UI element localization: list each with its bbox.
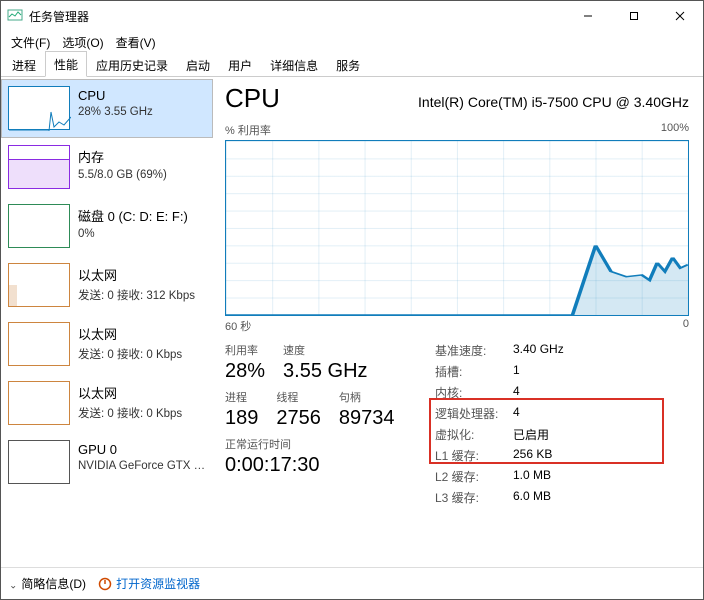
- speed-value: 3.55 GHz: [283, 360, 367, 383]
- sidebar-item-sub: 28% 3.55 GHz: [78, 106, 206, 118]
- ethernet-thumb-icon: [8, 322, 70, 366]
- sidebar-item-sub: 发送: 0 接收: 0 Kbps: [78, 405, 206, 421]
- sidebar-item-label: 磁盘 0 (C: D: E: F:): [78, 206, 206, 225]
- sidebar-item-label: 以太网: [78, 265, 206, 284]
- sidebar-item-label: CPU: [78, 88, 206, 103]
- open-resource-monitor-link[interactable]: 打开资源监视器: [98, 575, 200, 592]
- base-speed-val: 3.40 GHz: [513, 342, 689, 359]
- tab-users[interactable]: 用户: [219, 52, 261, 77]
- close-button[interactable]: [657, 1, 703, 31]
- tab-processes[interactable]: 进程: [3, 52, 45, 77]
- disk-thumb-icon: [8, 204, 70, 248]
- sockets-val: 1: [513, 363, 689, 380]
- chevron-up-icon: ⌃: [9, 578, 17, 589]
- content-pane: CPU Intel(R) Core(TM) i5-7500 CPU @ 3.40…: [213, 77, 703, 567]
- util-label: 利用率: [225, 342, 265, 358]
- sidebar-item-ethernet-0[interactable]: 以太网 发送: 0 接收: 312 Kbps: [1, 256, 213, 315]
- cores-key: 内核:: [435, 384, 513, 401]
- sockets-key: 插槽:: [435, 363, 513, 380]
- resmon-label: 打开资源监视器: [116, 575, 200, 592]
- base-speed-key: 基准速度:: [435, 342, 513, 359]
- sidebar-item-sub: 发送: 0 接收: 312 Kbps: [78, 287, 206, 303]
- sidebar-item-sub: 发送: 0 接收: 0 Kbps: [78, 346, 206, 362]
- l3-val: 6.0 MB: [513, 489, 689, 506]
- fewer-details-label: 简略信息(D): [21, 575, 86, 592]
- lprocs-key: 逻辑处理器:: [435, 405, 513, 422]
- cores-val: 4: [513, 384, 689, 401]
- chart-ymax: 100%: [661, 122, 689, 138]
- titlebar: 任务管理器: [1, 1, 703, 31]
- sidebar-item-cpu[interactable]: CPU 28% 3.55 GHz: [1, 79, 213, 138]
- tab-performance[interactable]: 性能: [45, 51, 87, 77]
- speed-label: 速度: [283, 342, 367, 358]
- sidebar[interactable]: CPU 28% 3.55 GHz 内存 5.5/8.0 GB (69%) 磁盘 …: [1, 77, 213, 567]
- procs-value: 189: [225, 407, 258, 430]
- chart-xmax: 60 秒: [225, 318, 251, 334]
- ethernet-thumb-icon: [8, 263, 70, 307]
- maximize-button[interactable]: [611, 1, 657, 31]
- virt-val: 已启用: [513, 426, 689, 443]
- window-title: 任务管理器: [29, 8, 89, 25]
- l3-key: L3 缓存:: [435, 489, 513, 506]
- lprocs-val: 4: [513, 405, 689, 422]
- sidebar-item-label: 以太网: [78, 383, 206, 402]
- sidebar-item-label: 内存: [78, 147, 206, 166]
- handles-value: 89734: [339, 407, 395, 430]
- threads-value: 2756: [276, 407, 321, 430]
- menubar: 文件(F) 选项(O) 查看(V): [1, 31, 703, 53]
- l2-key: L2 缓存:: [435, 468, 513, 485]
- resource-monitor-icon: [98, 577, 112, 591]
- page-title: CPU: [225, 83, 280, 114]
- sidebar-item-label: 以太网: [78, 324, 206, 343]
- app-icon: [7, 8, 23, 24]
- sidebar-item-ethernet-1[interactable]: 以太网 发送: 0 接收: 0 Kbps: [1, 315, 213, 374]
- tab-strip: 进程 性能 应用历史记录 启动 用户 详细信息 服务: [1, 53, 703, 77]
- tab-startup[interactable]: 启动: [177, 52, 219, 77]
- ethernet-thumb-icon: [8, 381, 70, 425]
- uptime-value: 0:00:17:30: [225, 454, 425, 477]
- tab-details[interactable]: 详细信息: [261, 52, 327, 77]
- virt-key: 虚拟化:: [435, 426, 513, 443]
- threads-label: 线程: [276, 389, 321, 405]
- cpu-usage-chart[interactable]: [225, 140, 689, 316]
- tab-app-history[interactable]: 应用历史记录: [87, 52, 177, 77]
- fewer-details-button[interactable]: ⌃ 简略信息(D): [9, 575, 86, 592]
- l1-key: L1 缓存:: [435, 447, 513, 464]
- sidebar-item-sub: 5.5/8.0 GB (69%): [78, 169, 206, 181]
- cpu-thumb-icon: [8, 86, 70, 130]
- sidebar-item-ethernet-2[interactable]: 以太网 发送: 0 接收: 0 Kbps: [1, 374, 213, 433]
- memory-thumb-icon: [8, 145, 70, 189]
- sidebar-item-label: GPU 0: [78, 442, 206, 457]
- procs-label: 进程: [225, 389, 258, 405]
- sidebar-item-disk-0[interactable]: 磁盘 0 (C: D: E: F:) 0%: [1, 197, 213, 256]
- l1-val: 256 KB: [513, 447, 689, 464]
- chart-ylabel: % 利用率: [225, 122, 271, 138]
- tab-services[interactable]: 服务: [327, 52, 369, 77]
- l2-val: 1.0 MB: [513, 468, 689, 485]
- sidebar-item-sub: NVIDIA GeForce GTX … 33%: [78, 460, 206, 472]
- chart-xmin: 0: [683, 318, 689, 334]
- gpu-thumb-icon: [8, 440, 70, 484]
- sidebar-item-sub: 0%: [78, 228, 206, 240]
- menu-view[interactable]: 查看(V): [110, 32, 162, 53]
- menu-options[interactable]: 选项(O): [56, 32, 109, 53]
- cpu-model: Intel(R) Core(TM) i5-7500 CPU @ 3.40GHz: [418, 94, 689, 110]
- uptime-label: 正常运行时间: [225, 436, 425, 452]
- sidebar-item-memory[interactable]: 内存 5.5/8.0 GB (69%): [1, 138, 213, 197]
- sidebar-item-gpu-0[interactable]: GPU 0 NVIDIA GeForce GTX … 33%: [1, 433, 213, 492]
- handles-label: 句柄: [339, 389, 395, 405]
- menu-file[interactable]: 文件(F): [5, 32, 56, 53]
- minimize-button[interactable]: [565, 1, 611, 31]
- footer: ⌃ 简略信息(D) 打开资源监视器: [1, 567, 703, 599]
- util-value: 28%: [225, 360, 265, 383]
